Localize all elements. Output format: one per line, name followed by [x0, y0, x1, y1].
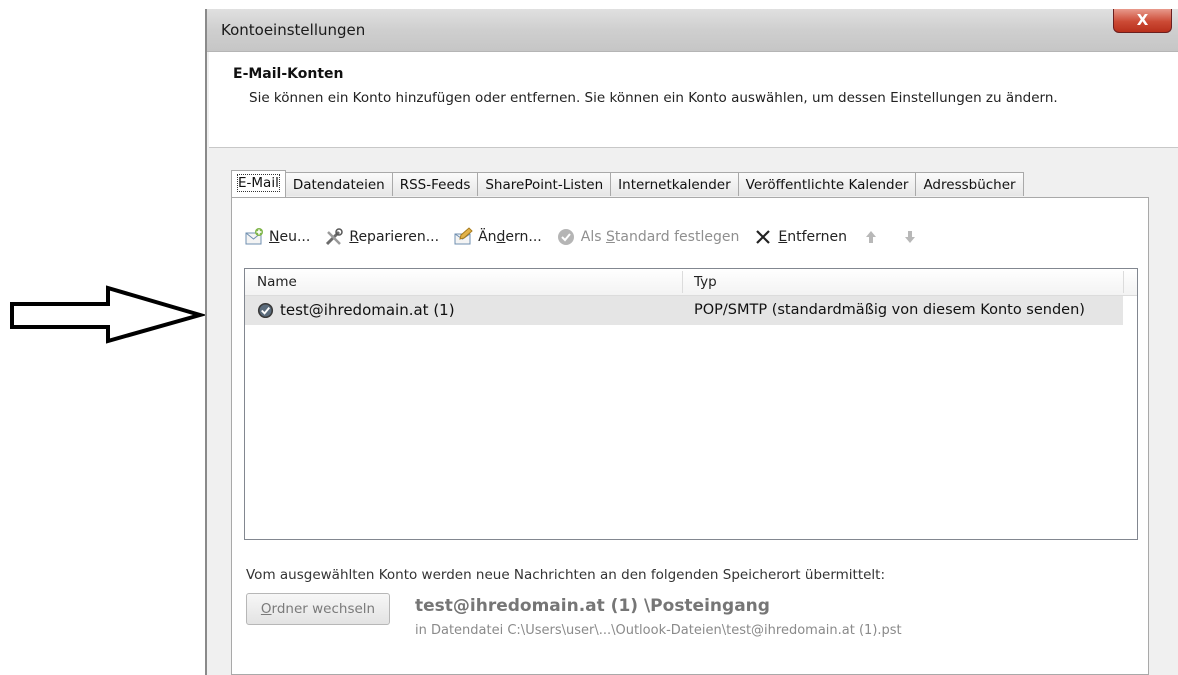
section-description: Sie können ein Konto hinzufügen oder ent… [249, 90, 1058, 106]
account-toolbar: Neu... Reparieren... Ändern... Als Stand… [244, 222, 939, 252]
column-header-type[interactable]: Typ [694, 274, 717, 290]
tab-email[interactable]: E-Mail [231, 170, 286, 197]
remove-x-icon [756, 230, 771, 244]
arrow-up-icon [865, 231, 876, 243]
change-button[interactable]: Ändern... [453, 227, 542, 247]
repair-tools-icon [326, 228, 344, 246]
account-type: POP/SMTP (standardmäßig von diesem Konto… [694, 302, 1085, 318]
tab-sharepoint-lists[interactable]: SharePoint-Listen [477, 172, 612, 196]
new-account-button[interactable]: Neu... [244, 227, 310, 247]
tab-datafiles[interactable]: Datendateien [284, 172, 393, 196]
tab-rss-feeds[interactable]: RSS-Feeds [391, 172, 479, 196]
remove-button[interactable]: Entfernen [753, 227, 847, 247]
email-tab-panel: Neu... Reparieren... Ändern... Als Stand… [231, 197, 1149, 675]
delivery-destination: test@ihredomain.at (1) \Posteingang [415, 596, 770, 616]
change-settings-icon [454, 227, 473, 245]
tab-address-books[interactable]: Adressbücher [915, 172, 1024, 196]
data-file-path: in Datendatei C:\Users\user\...\Outlook-… [415, 623, 902, 638]
table-row[interactable]: test@ihredomain.at (1) POP/SMTP (standar… [245, 296, 1123, 325]
tab-published-calendars[interactable]: Veröffentlichte Kalender [737, 172, 917, 196]
dialog-header: E-Mail-Konten Sie können ein Konto hinzu… [209, 52, 1178, 148]
default-account-check-icon [257, 302, 274, 318]
list-header: Name Typ [245, 269, 1137, 296]
section-heading: E-Mail-Konten [233, 66, 344, 82]
close-button[interactable]: X [1113, 9, 1172, 33]
pointer-arrow-icon [10, 285, 205, 344]
delivery-location-label: Vom ausgewählten Konto werden neue Nachr… [246, 567, 886, 583]
tab-internet-calendars[interactable]: Internetkalender [610, 172, 739, 196]
repair-button[interactable]: Reparieren... [324, 227, 439, 247]
change-folder-button[interactable]: Ordner wechseln [246, 593, 390, 625]
title-bar: Kontoeinstellungen X [207, 9, 1178, 52]
account-settings-dialog: Kontoeinstellungen X E-Mail-Konten Sie k… [205, 9, 1178, 675]
window-title: Kontoeinstellungen [221, 21, 366, 39]
set-default-button[interactable]: Als Standard festlegen [556, 227, 739, 247]
account-name: test@ihredomain.at (1) [280, 301, 455, 319]
move-up-button[interactable] [861, 227, 886, 247]
account-list: Name Typ test@ihredomain.at (1) POP/SMTP… [244, 268, 1138, 540]
arrow-down-icon [904, 231, 915, 243]
move-down-button[interactable] [900, 227, 925, 247]
new-account-icon [245, 228, 263, 245]
column-header-name[interactable]: Name [257, 274, 297, 290]
check-circle-icon [557, 229, 574, 245]
column-divider[interactable] [682, 271, 683, 293]
column-divider[interactable] [1123, 271, 1124, 293]
tab-strip: E-Mail Datendateien RSS-Feeds SharePoint… [231, 170, 1024, 198]
